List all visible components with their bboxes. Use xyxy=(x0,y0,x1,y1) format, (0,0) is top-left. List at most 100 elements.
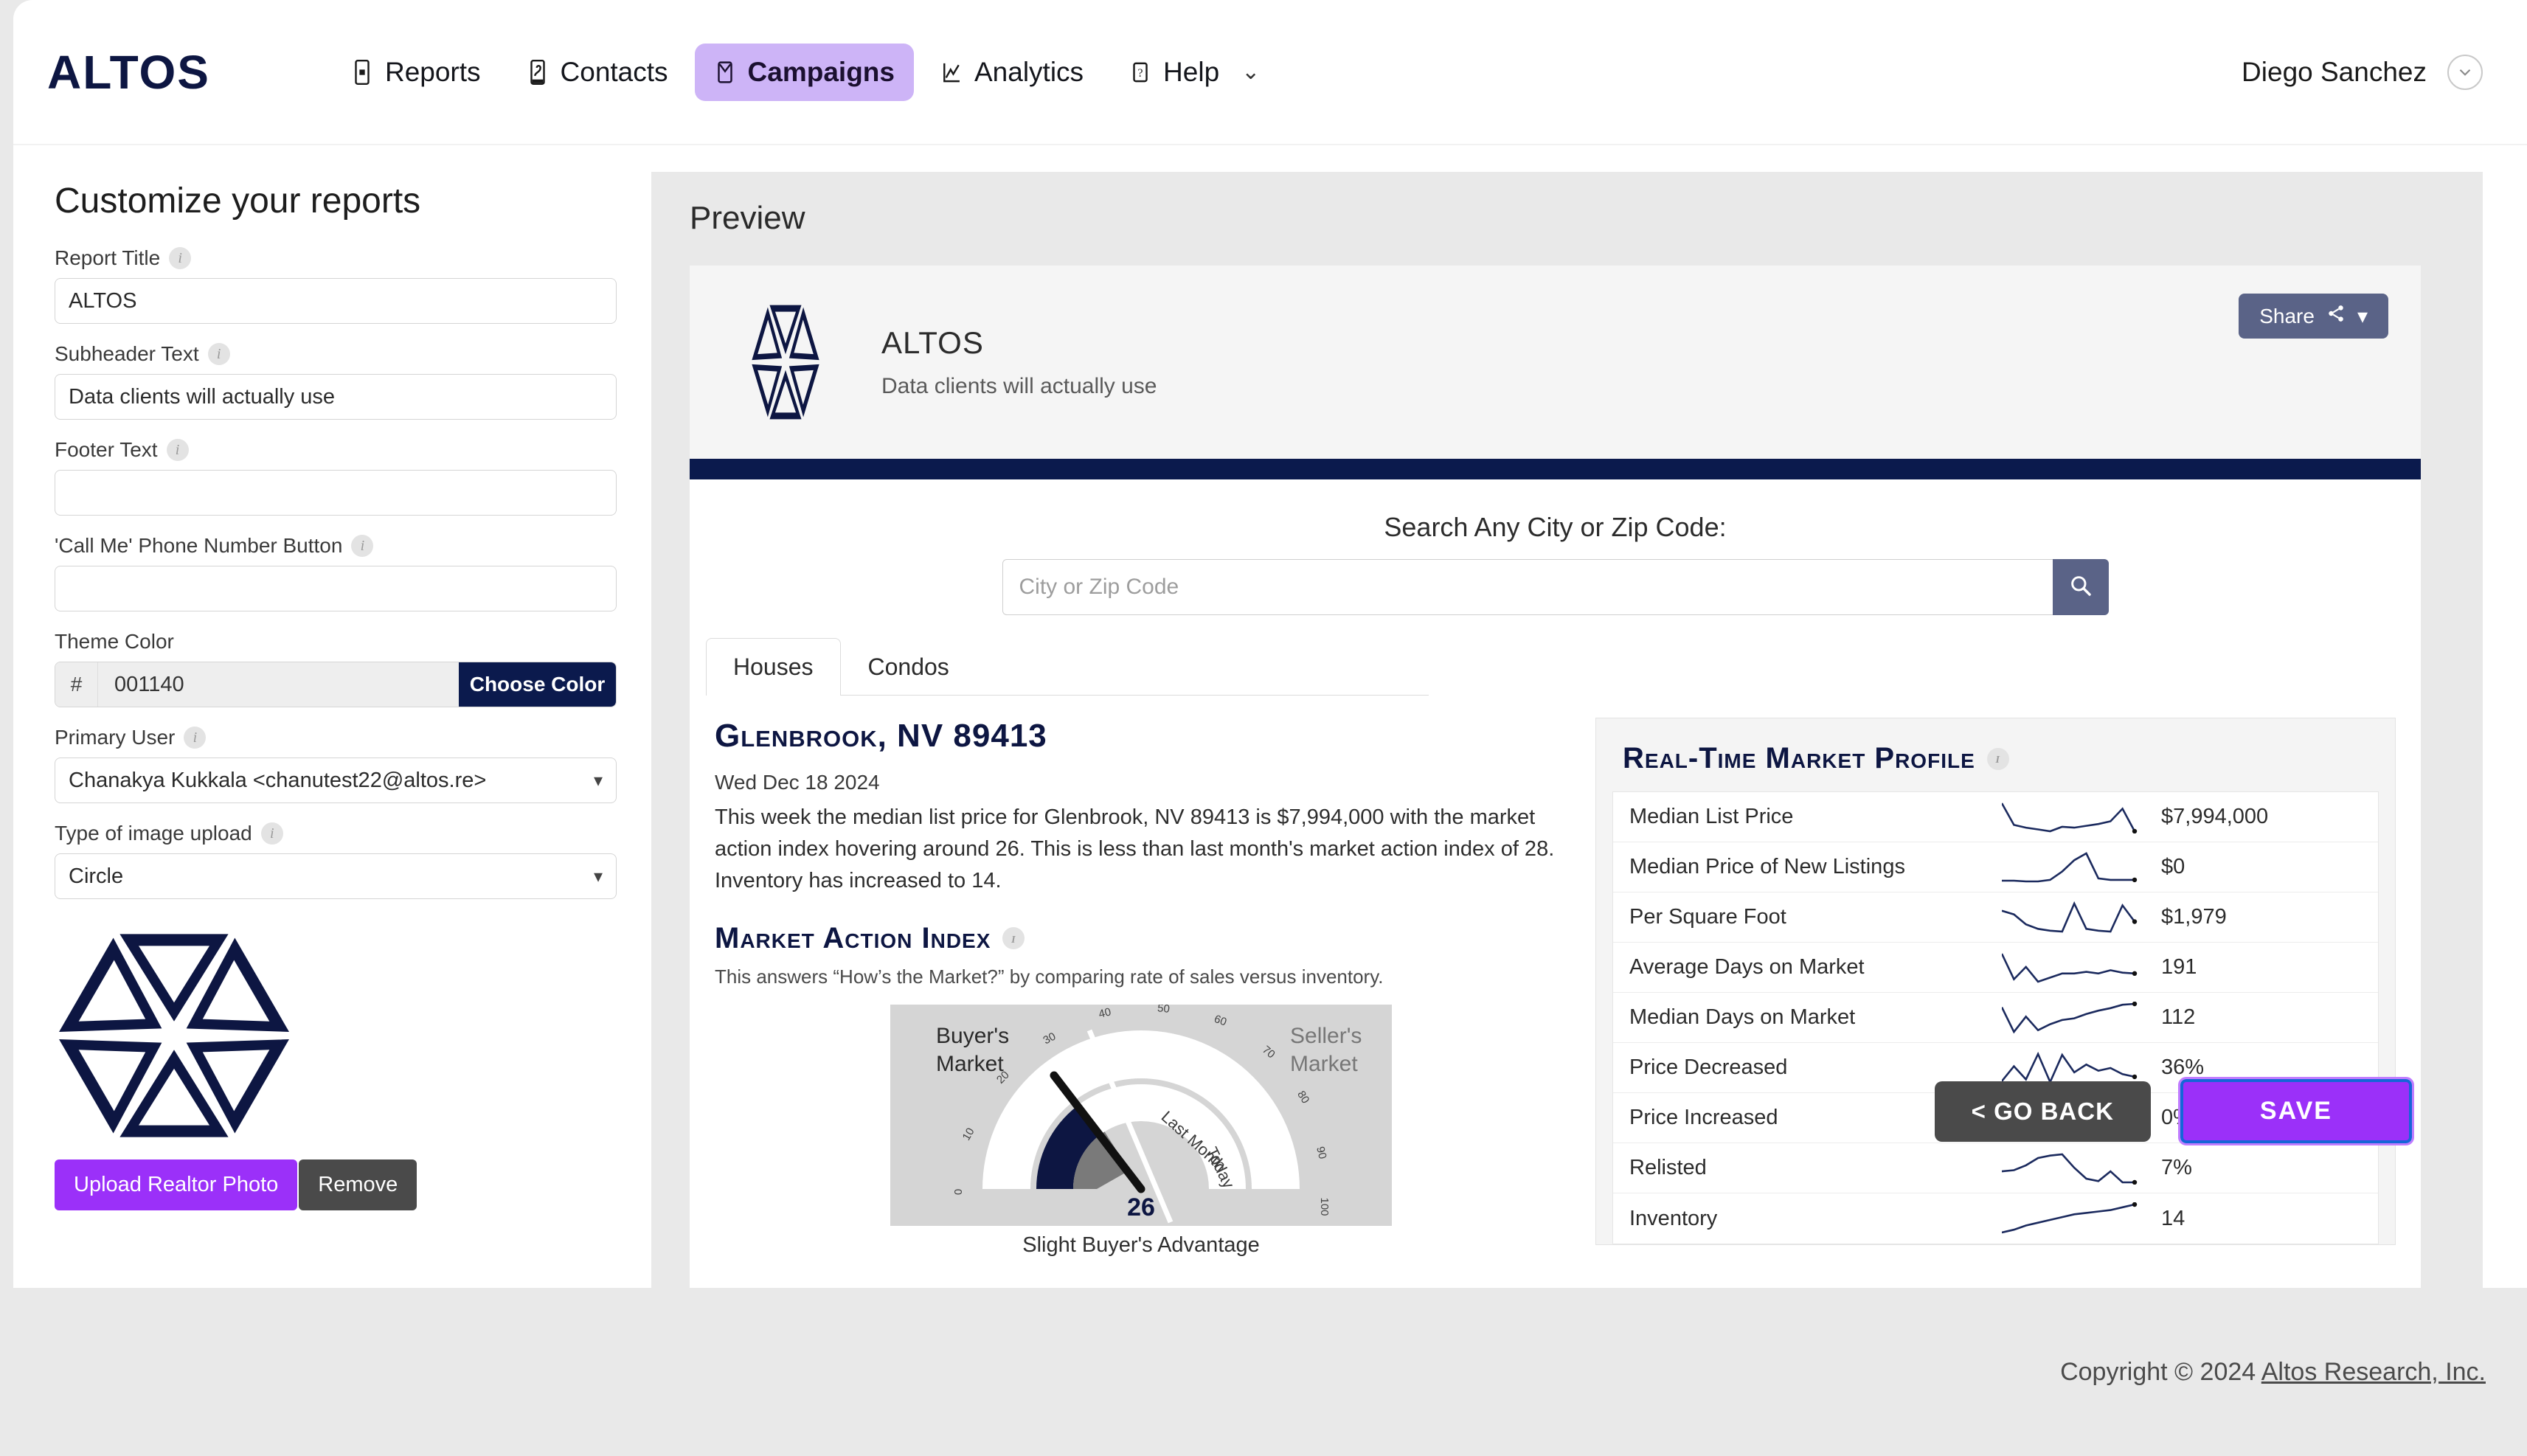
narrative-title-text: Market Narrative xyxy=(715,1283,956,1288)
nav-label-help: Help xyxy=(1163,56,1220,87)
go-back-button[interactable]: < GO BACK xyxy=(1934,1081,2151,1142)
info-icon[interactable]: i xyxy=(1002,927,1025,950)
label-footer-text: Footer Text i xyxy=(55,438,607,462)
altos-research-link[interactable]: Altos Research, Inc. xyxy=(2261,1358,2486,1386)
brand-accent-bar xyxy=(690,459,2421,479)
info-icon[interactable]: i xyxy=(260,822,283,845)
info-icon[interactable]: i xyxy=(351,535,374,557)
chevron-down-icon[interactable]: ⌄ xyxy=(1241,59,1260,85)
primary-user-select[interactable]: Chanakya Kukkala <chanutest22@altos.re> … xyxy=(55,758,617,803)
svg-text:100: 100 xyxy=(1318,1197,1331,1216)
svg-text:50: 50 xyxy=(1157,1005,1170,1016)
remove-photo-button[interactable]: Remove xyxy=(299,1159,417,1210)
profile-metric-value: 7% xyxy=(2161,1156,2192,1179)
svg-text:Buyer's: Buyer's xyxy=(936,1024,1009,1048)
gauge-value: 26 xyxy=(1127,1193,1155,1221)
contacts-icon xyxy=(527,59,549,85)
profile-metric-name: Per Square Foot xyxy=(1629,905,1786,929)
hash-prefix: # xyxy=(55,662,98,707)
chart-line-icon xyxy=(940,60,963,85)
real-time-market-profile-card: Real-Time Market Profile i Median List P… xyxy=(1595,718,2396,1245)
market-action-index-heading: Market Action Index i xyxy=(715,922,1570,955)
profile-metric-value: 36% xyxy=(2161,1055,2205,1079)
info-icon[interactable]: i xyxy=(166,439,189,461)
svg-text:Market: Market xyxy=(1290,1052,1358,1076)
subheader-text-input[interactable]: Data clients will actually use xyxy=(55,374,617,420)
label-call-me-phone: 'Call Me' Phone Number Button i xyxy=(55,534,607,558)
envelope-icon xyxy=(714,60,736,85)
search-icon xyxy=(2069,574,2093,601)
table-row: Median List Price $7,994,000 xyxy=(1613,792,2378,842)
theme-color-input[interactable]: 001140 xyxy=(98,662,459,707)
profile-metric-name: Price Decreased xyxy=(1629,1055,1788,1079)
search-submit-button[interactable] xyxy=(2052,559,2109,615)
label-report-title: Report Title i xyxy=(55,246,607,270)
tab-houses[interactable]: Houses xyxy=(706,638,841,696)
info-icon[interactable]: i xyxy=(1986,747,2009,770)
preview-heading: Preview xyxy=(690,200,805,236)
report-title-input[interactable]: ALTOS xyxy=(55,278,617,324)
info-icon[interactable]: i xyxy=(184,727,207,749)
label-primary-user: Primary User i xyxy=(55,726,607,749)
market-summary-paragraph: This week the median list price for Glen… xyxy=(715,805,1555,892)
label-text: 'Call Me' Phone Number Button xyxy=(55,534,343,557)
realtor-logo-preview xyxy=(56,918,292,1154)
nav-label-reports: Reports xyxy=(384,56,481,87)
table-row: Median Price of New Listings $0 xyxy=(1613,842,2378,892)
save-button[interactable]: SAVE xyxy=(2177,1077,2415,1145)
profile-metric-name: Median Days on Market xyxy=(1629,1005,1856,1029)
nav-item-campaigns[interactable]: Campaigns xyxy=(694,43,914,101)
report-logo-icon xyxy=(719,288,852,436)
sparkline-chart xyxy=(1993,851,2148,884)
info-icon[interactable]: i xyxy=(169,247,192,269)
table-row: Average Days on Market 191 xyxy=(1613,943,2378,993)
nav-item-analytics[interactable]: Analytics xyxy=(921,44,1103,101)
profile-metric-name: Average Days on Market xyxy=(1629,955,1865,979)
table-row: Median Days on Market 112 xyxy=(1613,993,2378,1043)
share-button[interactable]: Share ▾ xyxy=(2239,294,2388,339)
share-caret-icon: ▾ xyxy=(2357,305,2368,327)
user-chevron-down-icon[interactable] xyxy=(2447,54,2483,90)
form-action-buttons: < GO BACK SAVE xyxy=(1934,1077,2415,1145)
nav-item-contacts[interactable]: Contacts xyxy=(507,44,687,101)
profile-metric-value: $1,979 xyxy=(2161,905,2227,929)
call-me-phone-input[interactable] xyxy=(55,566,617,611)
report-left-column: Glenbrook, NV 89413 Wed Dec 18 2024 This… xyxy=(715,718,1570,1288)
tab-condos[interactable]: Condos xyxy=(841,638,977,696)
report-right-column: Real-Time Market Profile i Median List P… xyxy=(1595,718,2396,1288)
market-profile-table: Median List Price $7,994,000 Median Price … xyxy=(1612,791,2379,1244)
search-row: City or Zip Code xyxy=(1002,559,2109,615)
profile-title-text: Real-Time Market Profile xyxy=(1623,742,1975,774)
location-title: Glenbrook, NV 89413 xyxy=(715,718,1047,754)
profile-metric-name: Median Price of New Listings xyxy=(1629,855,1905,878)
choose-color-button[interactable]: Choose Color xyxy=(459,662,616,707)
svg-text:0: 0 xyxy=(952,1189,965,1195)
svg-text:?: ? xyxy=(1138,67,1143,80)
upload-realtor-photo-button[interactable]: Upload Realtor Photo xyxy=(55,1159,298,1210)
market-action-index-subtext: This answers “How’s the Market?” by comp… xyxy=(715,965,1384,988)
share-label: Share xyxy=(2259,304,2315,327)
market-narrative-heading: Market Narrative i xyxy=(715,1283,1570,1288)
field-report-title: Report Title i ALTOS xyxy=(55,246,617,324)
footer-text-input[interactable] xyxy=(55,470,617,516)
label-image-upload-type: Type of image upload i xyxy=(55,822,607,845)
field-footer-text: Footer Text i xyxy=(55,438,617,516)
label-text: Footer Text xyxy=(55,438,158,461)
sparkline-chart xyxy=(1993,801,2148,833)
altos-logo-wordmark[interactable]: ALTOS xyxy=(47,49,210,96)
info-icon[interactable]: i xyxy=(207,343,230,365)
nav-item-help[interactable]: ? Help ⌄ xyxy=(1110,44,1279,101)
search-input[interactable]: City or Zip Code xyxy=(1002,559,2053,615)
user-menu[interactable]: Diego Sanchez xyxy=(2242,54,2483,90)
nav-item-reports[interactable]: Reports xyxy=(332,44,500,101)
nav-label-contacts: Contacts xyxy=(560,56,668,87)
main-content-card: Customize your reports Report Title i AL… xyxy=(13,145,2527,1288)
sidebar-heading: Customize your reports xyxy=(55,181,421,221)
svg-text:Market: Market xyxy=(936,1052,1004,1076)
field-call-me-phone: 'Call Me' Phone Number Button i xyxy=(55,534,617,611)
image-upload-type-select[interactable]: Circle ▾ xyxy=(55,853,617,899)
sparkline-chart xyxy=(1993,1001,2148,1034)
theme-color-control: # 001140 Choose Color xyxy=(55,662,617,707)
market-action-index-gauge: 0 10 20 30 40 50 60 70 80 90 100 Last Mo… xyxy=(890,1004,1392,1226)
chevron-down-icon: ▾ xyxy=(593,770,603,791)
